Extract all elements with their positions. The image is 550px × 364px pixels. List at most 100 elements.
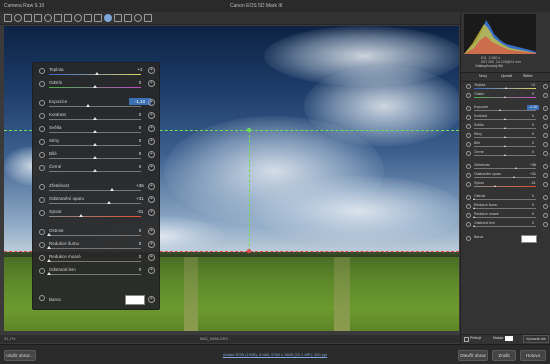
rotate-right-icon[interactable]: [144, 14, 152, 22]
plus-icon[interactable]: +: [148, 254, 155, 261]
row-radio[interactable]: [39, 255, 45, 261]
right-row-slider-knob[interactable]: [472, 225, 475, 227]
right-plus-icon[interactable]: [543, 93, 548, 98]
red-eye-icon[interactable]: [84, 14, 92, 22]
plus-icon[interactable]: +: [148, 80, 155, 87]
color-sampler-icon[interactable]: [34, 14, 42, 22]
right-row-slider-track[interactable]: [474, 110, 536, 111]
right-row-slider-knob[interactable]: [494, 185, 497, 187]
row-slider-knob[interactable]: [94, 72, 99, 75]
row-radio[interactable]: [39, 100, 45, 106]
clear-all-button[interactable]: Vymazat vše: [523, 335, 549, 343]
right-row-slider-track[interactable]: [474, 168, 536, 169]
right-color-swatch[interactable]: [521, 235, 537, 243]
right-plus-icon[interactable]: [543, 164, 548, 169]
right-row-radio[interactable]: [466, 106, 471, 111]
right-row-radio[interactable]: [466, 173, 471, 178]
straighten-icon[interactable]: [64, 14, 72, 22]
right-row-radio[interactable]: [466, 93, 471, 98]
white-balance-icon[interactable]: [24, 14, 32, 22]
hand-icon[interactable]: [14, 14, 22, 22]
right-row-radio[interactable]: [466, 142, 471, 147]
right-plus-icon[interactable]: [543, 142, 548, 147]
right-row-slider-track[interactable]: [474, 217, 536, 218]
right-row-slider-knob[interactable]: [498, 109, 501, 111]
crop-icon[interactable]: [54, 14, 62, 22]
zoom-icon[interactable]: [4, 14, 12, 22]
row-slider-knob[interactable]: [109, 188, 114, 191]
right-plus-icon[interactable]: [543, 133, 548, 138]
plus-icon[interactable]: +: [148, 138, 155, 145]
row-radio[interactable]: [39, 152, 45, 158]
targeted-adjustment-icon[interactable]: [44, 14, 52, 22]
spot-removal-icon[interactable]: [74, 14, 82, 22]
color-swatch[interactable]: [125, 295, 145, 305]
right-row-slider-knob[interactable]: [512, 176, 515, 178]
row-slider-track[interactable]: [49, 216, 141, 217]
right-plus-icon[interactable]: [543, 84, 548, 89]
open-image-button[interactable]: Otevřít obraz: [458, 350, 488, 361]
right-plus-icon[interactable]: [543, 204, 548, 209]
plus-icon[interactable]: +: [148, 67, 155, 74]
gradient-start-pin[interactable]: [247, 128, 251, 132]
right-row-slider-knob[interactable]: [472, 207, 475, 209]
row-radio[interactable]: [39, 81, 45, 87]
row-slider-knob[interactable]: [79, 214, 84, 217]
mode-new[interactable]: Nový: [479, 74, 487, 79]
right-plus-icon[interactable]: [543, 115, 548, 120]
row-slider-track[interactable]: [49, 248, 141, 249]
mask-color-swatch[interactable]: [505, 336, 513, 341]
plus-icon[interactable]: +: [148, 99, 155, 106]
right-row-slider-knob[interactable]: [503, 136, 506, 138]
right-row-radio[interactable]: [466, 151, 471, 156]
plus-icon[interactable]: +: [148, 183, 155, 190]
graduated-filter-icon[interactable]: [104, 14, 112, 22]
right-plus-icon[interactable]: [543, 124, 548, 129]
row-slider-knob[interactable]: [93, 143, 97, 146]
right-row-slider-knob[interactable]: [472, 216, 475, 218]
mask-overlay-checkbox[interactable]: [464, 337, 469, 342]
mode-brush[interactable]: Štětec: [523, 74, 533, 79]
right-row-radio[interactable]: [466, 182, 471, 187]
right-row-slider-knob[interactable]: [514, 167, 517, 169]
done-button[interactable]: Hotovo: [520, 350, 546, 361]
right-row-radio[interactable]: [466, 164, 471, 169]
right-color-radio[interactable]: [466, 236, 471, 241]
row-radio[interactable]: [39, 165, 45, 171]
row-radio[interactable]: [39, 139, 45, 145]
rotate-left-icon[interactable]: [134, 14, 142, 22]
right-plus-icon[interactable]: [543, 106, 548, 111]
color-radio[interactable]: [39, 295, 45, 301]
right-row-slider-track[interactable]: [474, 186, 536, 187]
cancel-button[interactable]: Zrušit: [492, 350, 516, 361]
row-slider-knob[interactable]: [93, 169, 97, 172]
right-row-slider-knob[interactable]: [472, 198, 475, 200]
row-slider-knob[interactable]: [85, 104, 90, 107]
right-plus-icon[interactable]: [543, 182, 548, 187]
row-slider-track[interactable]: [49, 274, 141, 275]
plus-icon[interactable]: +: [148, 209, 155, 216]
row-radio[interactable]: [39, 113, 45, 119]
row-slider-knob[interactable]: [93, 85, 97, 88]
right-row-radio[interactable]: [466, 84, 471, 89]
right-plus-icon[interactable]: [543, 151, 548, 156]
right-row-slider-knob[interactable]: [503, 154, 506, 156]
row-slider-track[interactable]: [49, 261, 141, 262]
right-plus-icon[interactable]: [543, 222, 548, 227]
right-row-radio[interactable]: [466, 195, 471, 200]
gradient-end-pin[interactable]: [247, 249, 251, 253]
plus-icon[interactable]: +: [148, 228, 155, 235]
row-radio[interactable]: [39, 197, 45, 203]
right-row-slider-knob[interactable]: [503, 118, 506, 120]
row-slider-track[interactable]: [49, 235, 141, 236]
gradient-center-line[interactable]: [249, 130, 250, 251]
color-plus-icon[interactable]: +: [148, 296, 155, 303]
row-slider-knob[interactable]: [47, 272, 51, 275]
plus-icon[interactable]: +: [148, 112, 155, 119]
row-radio[interactable]: [39, 126, 45, 132]
row-slider-knob[interactable]: [93, 130, 97, 133]
plus-icon[interactable]: +: [148, 267, 155, 274]
plus-icon[interactable]: +: [148, 164, 155, 171]
row-radio[interactable]: [39, 242, 45, 248]
right-row-radio[interactable]: [466, 222, 471, 227]
